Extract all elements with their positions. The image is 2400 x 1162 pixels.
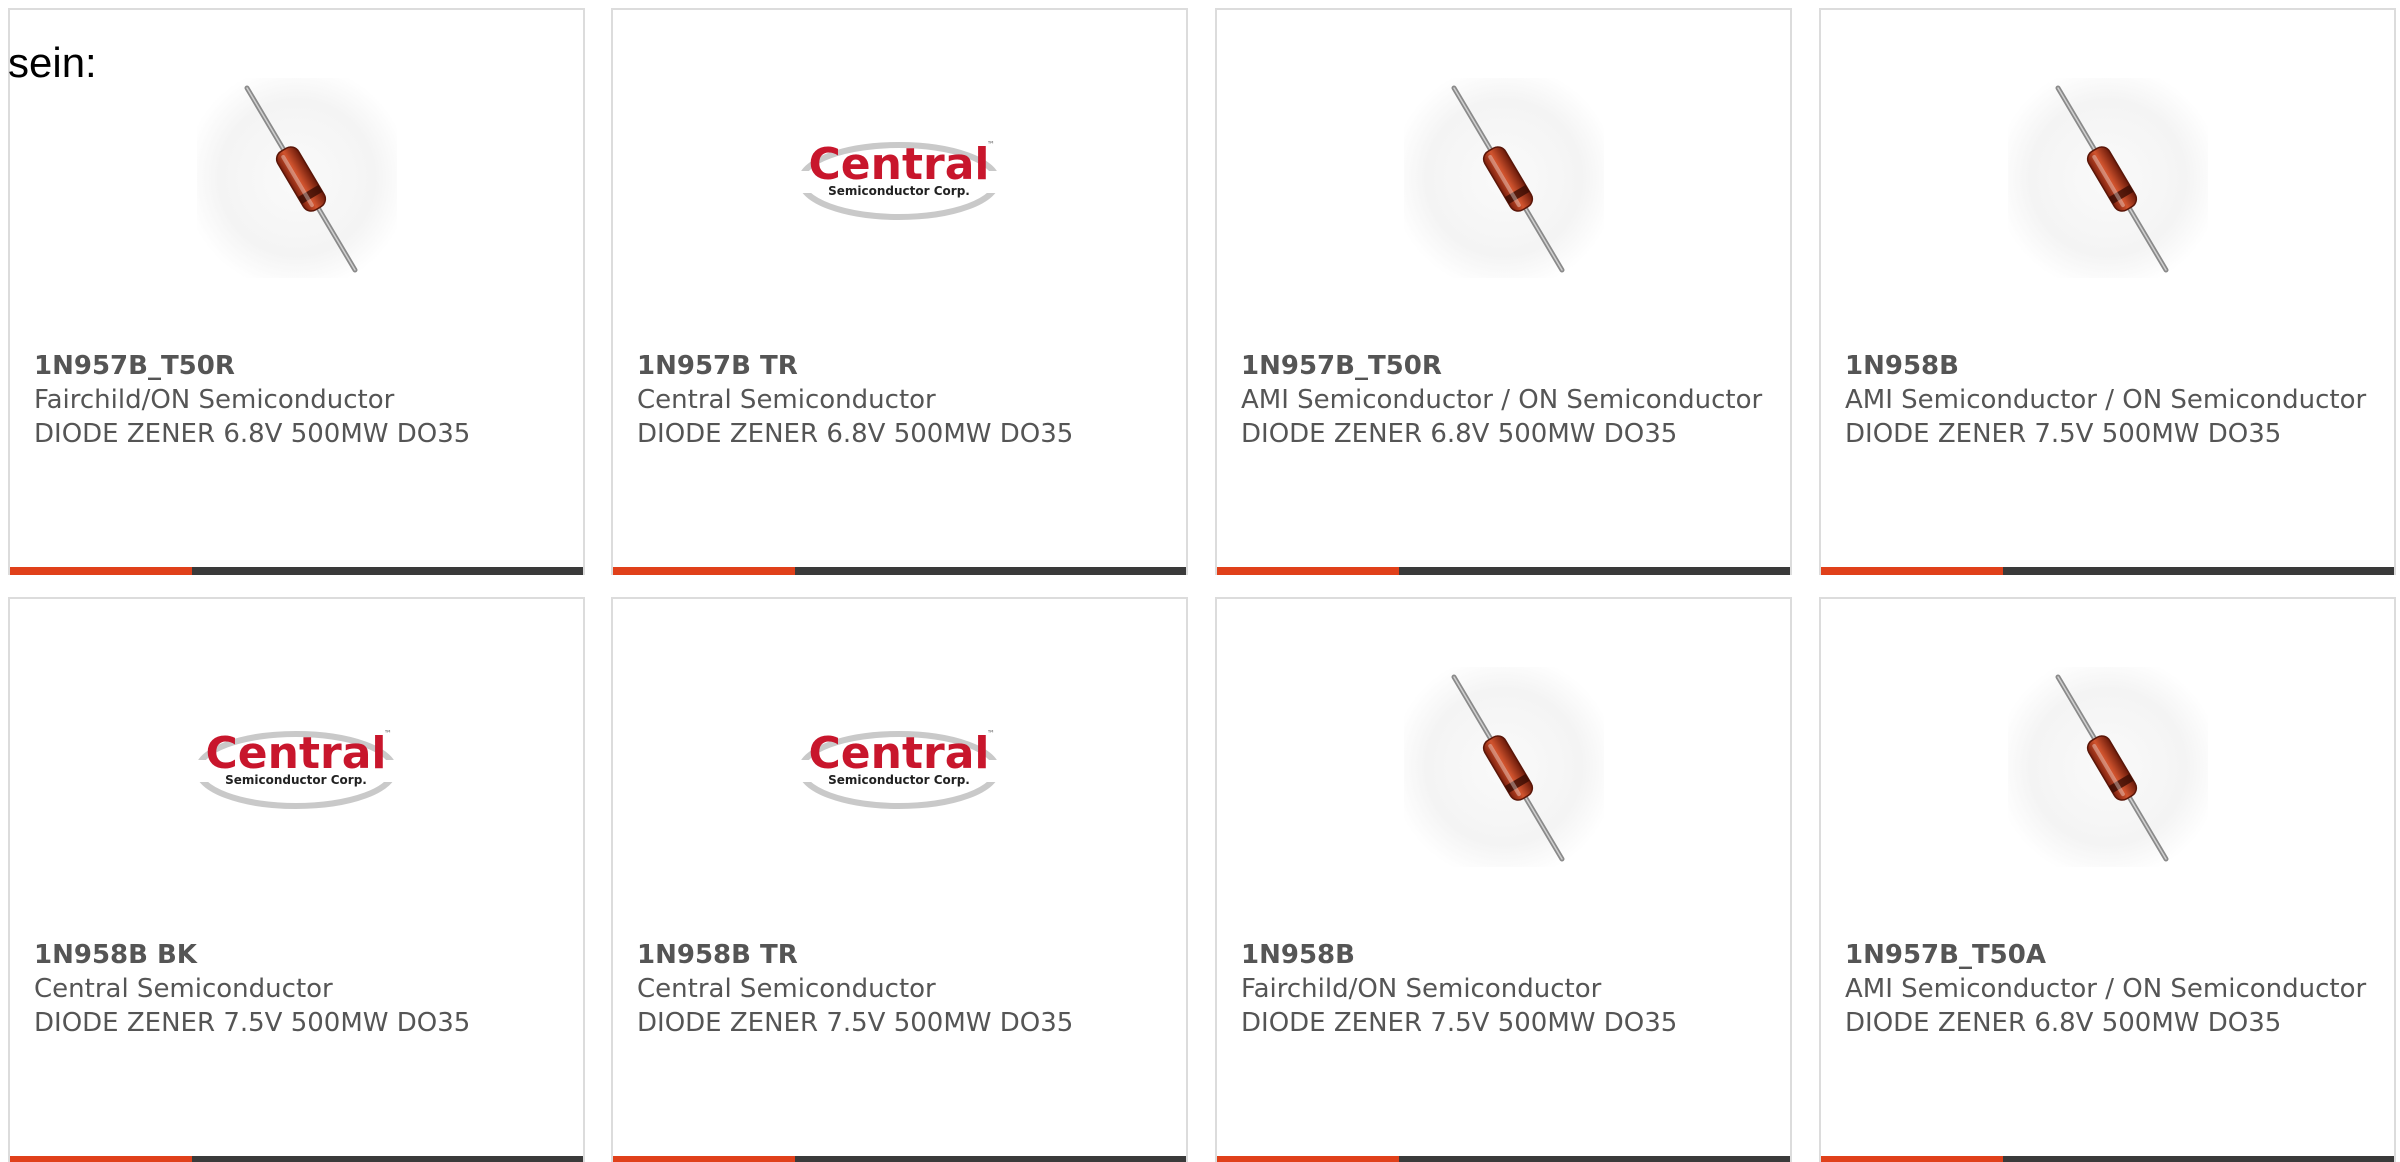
product-card[interactable]: Central ™ Semiconductor Corp. 1N958B BK Ce… xyxy=(8,597,585,1162)
product-part-number[interactable]: 1N958B xyxy=(1845,349,2374,383)
product-manufacturer: Fairchild/ON Semiconductor xyxy=(1241,974,1602,1004)
product-card[interactable]: 1N958B AMI Semiconductor / ON Semiconduc… xyxy=(1819,8,2396,575)
svg-text:Semiconductor Corp.: Semiconductor Corp. xyxy=(225,773,367,787)
intro-text: sein: xyxy=(8,39,97,86)
product-part-number[interactable]: 1N957B TR xyxy=(637,349,1166,383)
diode-icon xyxy=(2007,78,2208,278)
product-description: DIODE ZENER 7.5V 500MW DO35 xyxy=(1845,419,2282,449)
card-accent-bar xyxy=(1821,567,2003,575)
card-accent-bar xyxy=(10,567,192,575)
diode-icon xyxy=(196,78,397,278)
product-manufacturer: AMI Semiconductor / ON Semiconductor xyxy=(1845,385,2367,415)
product-info: 1N957B TR Central Semiconductor DIODE ZE… xyxy=(637,349,1166,451)
card-bottom-bar xyxy=(1821,567,2394,575)
product-info: 1N957B_T50A AMI Semiconductor / ON Semic… xyxy=(1845,938,2374,1040)
svg-text:™: ™ xyxy=(384,729,392,738)
product-card[interactable]: 1N958B Fairchild/ON Semiconductor DIODE … xyxy=(1215,597,1792,1162)
product-info: 1N958B BK Central Semiconductor DIODE ZE… xyxy=(34,938,563,1040)
card-bottom-bar xyxy=(10,1156,583,1162)
product-image xyxy=(1217,68,1790,288)
product-part-number[interactable]: 1N958B BK xyxy=(34,938,563,972)
central-logo-icon: Central™ Semiconductor Corp. xyxy=(797,728,1002,809)
svg-text:™: ™ xyxy=(987,140,995,149)
diode-icon xyxy=(1403,78,1604,278)
product-image xyxy=(1821,68,2394,288)
diode-icon xyxy=(2007,667,2208,867)
product-part-number[interactable]: 1N957B_T50R xyxy=(1241,349,1770,383)
product-card[interactable]: 1N957B_T50R Fairchild/ON Semiconductor D… xyxy=(8,8,585,575)
svg-text:Central: Central xyxy=(206,728,387,779)
product-manufacturer: AMI Semiconductor / ON Semiconductor xyxy=(1241,385,1763,415)
product-description: DIODE ZENER 6.8V 500MW DO35 xyxy=(1845,1008,2282,1038)
product-card[interactable]: Central ™ Semiconductor Corp. 1N958B TR Ce… xyxy=(611,597,1188,1162)
card-accent-bar xyxy=(10,1156,192,1162)
product-image xyxy=(1821,657,2394,877)
card-bottom-bar xyxy=(613,567,1186,575)
card-accent-bar xyxy=(613,567,795,575)
product-card[interactable]: 1N957B_T50A AMI Semiconductor / ON Semic… xyxy=(1819,597,2396,1162)
svg-text:Semiconductor Corp.: Semiconductor Corp. xyxy=(828,773,970,787)
product-info: 1N958B Fairchild/ON Semiconductor DIODE … xyxy=(1241,938,1770,1040)
product-description: DIODE ZENER 6.8V 500MW DO35 xyxy=(637,419,1074,449)
product-manufacturer: AMI Semiconductor / ON Semiconductor xyxy=(1845,974,2367,1004)
product-description: DIODE ZENER 6.8V 500MW DO35 xyxy=(34,419,471,449)
card-accent-bar xyxy=(1217,567,1399,575)
product-card[interactable]: Central ™ Semiconductor Corp. 1N957B TR Ce… xyxy=(611,8,1188,575)
product-manufacturer: Fairchild/ON Semiconductor xyxy=(34,385,395,415)
product-part-number[interactable]: 1N958B xyxy=(1241,938,1770,972)
svg-text:Semiconductor Corp.: Semiconductor Corp. xyxy=(828,184,970,198)
card-bottom-bar xyxy=(1217,1156,1790,1162)
product-manufacturer: Central Semiconductor xyxy=(637,385,936,415)
diode-icon xyxy=(1403,667,1604,867)
card-bottom-bar xyxy=(10,567,583,575)
product-description: DIODE ZENER 6.8V 500MW DO35 xyxy=(1241,419,1678,449)
product-part-number[interactable]: 1N957B_T50A xyxy=(1845,938,2374,972)
card-bottom-bar xyxy=(1821,1156,2394,1162)
central-logo-icon: Central™ Semiconductor Corp. xyxy=(797,139,1002,220)
product-image: Central ™ Semiconductor Corp. xyxy=(613,657,1186,877)
card-accent-bar xyxy=(1821,1156,2003,1162)
svg-text:™: ™ xyxy=(987,729,995,738)
product-description: DIODE ZENER 7.5V 500MW DO35 xyxy=(637,1008,1074,1038)
product-card[interactable]: 1N957B_T50R AMI Semiconductor / ON Semic… xyxy=(1215,8,1792,575)
product-info: 1N958B TR Central Semiconductor DIODE ZE… xyxy=(637,938,1166,1040)
product-description: DIODE ZENER 7.5V 500MW DO35 xyxy=(34,1008,471,1038)
central-logo-icon: Central™ Semiconductor Corp. xyxy=(194,728,399,809)
product-part-number[interactable]: 1N958B TR xyxy=(637,938,1166,972)
product-part-number[interactable]: 1N957B_T50R xyxy=(34,349,563,383)
product-image xyxy=(1217,657,1790,877)
svg-text:Central: Central xyxy=(809,728,990,779)
product-image xyxy=(10,68,583,288)
card-bottom-bar xyxy=(613,1156,1186,1162)
product-info: 1N957B_T50R Fairchild/ON Semiconductor D… xyxy=(34,349,563,451)
product-grid: 1N957B_T50R Fairchild/ON Semiconductor D… xyxy=(8,8,2400,1162)
card-accent-bar xyxy=(613,1156,795,1162)
product-info: 1N958B AMI Semiconductor / ON Semiconduc… xyxy=(1845,349,2374,451)
product-manufacturer: Central Semiconductor xyxy=(637,974,936,1004)
card-accent-bar xyxy=(1217,1156,1399,1162)
product-description: DIODE ZENER 7.5V 500MW DO35 xyxy=(1241,1008,1678,1038)
card-bottom-bar xyxy=(1217,567,1790,575)
product-info: 1N957B_T50R AMI Semiconductor / ON Semic… xyxy=(1241,349,1770,451)
product-manufacturer: Central Semiconductor xyxy=(34,974,333,1004)
product-image: Central ™ Semiconductor Corp. xyxy=(613,68,1186,288)
product-image: Central ™ Semiconductor Corp. xyxy=(10,657,583,877)
svg-text:Central: Central xyxy=(809,139,990,190)
